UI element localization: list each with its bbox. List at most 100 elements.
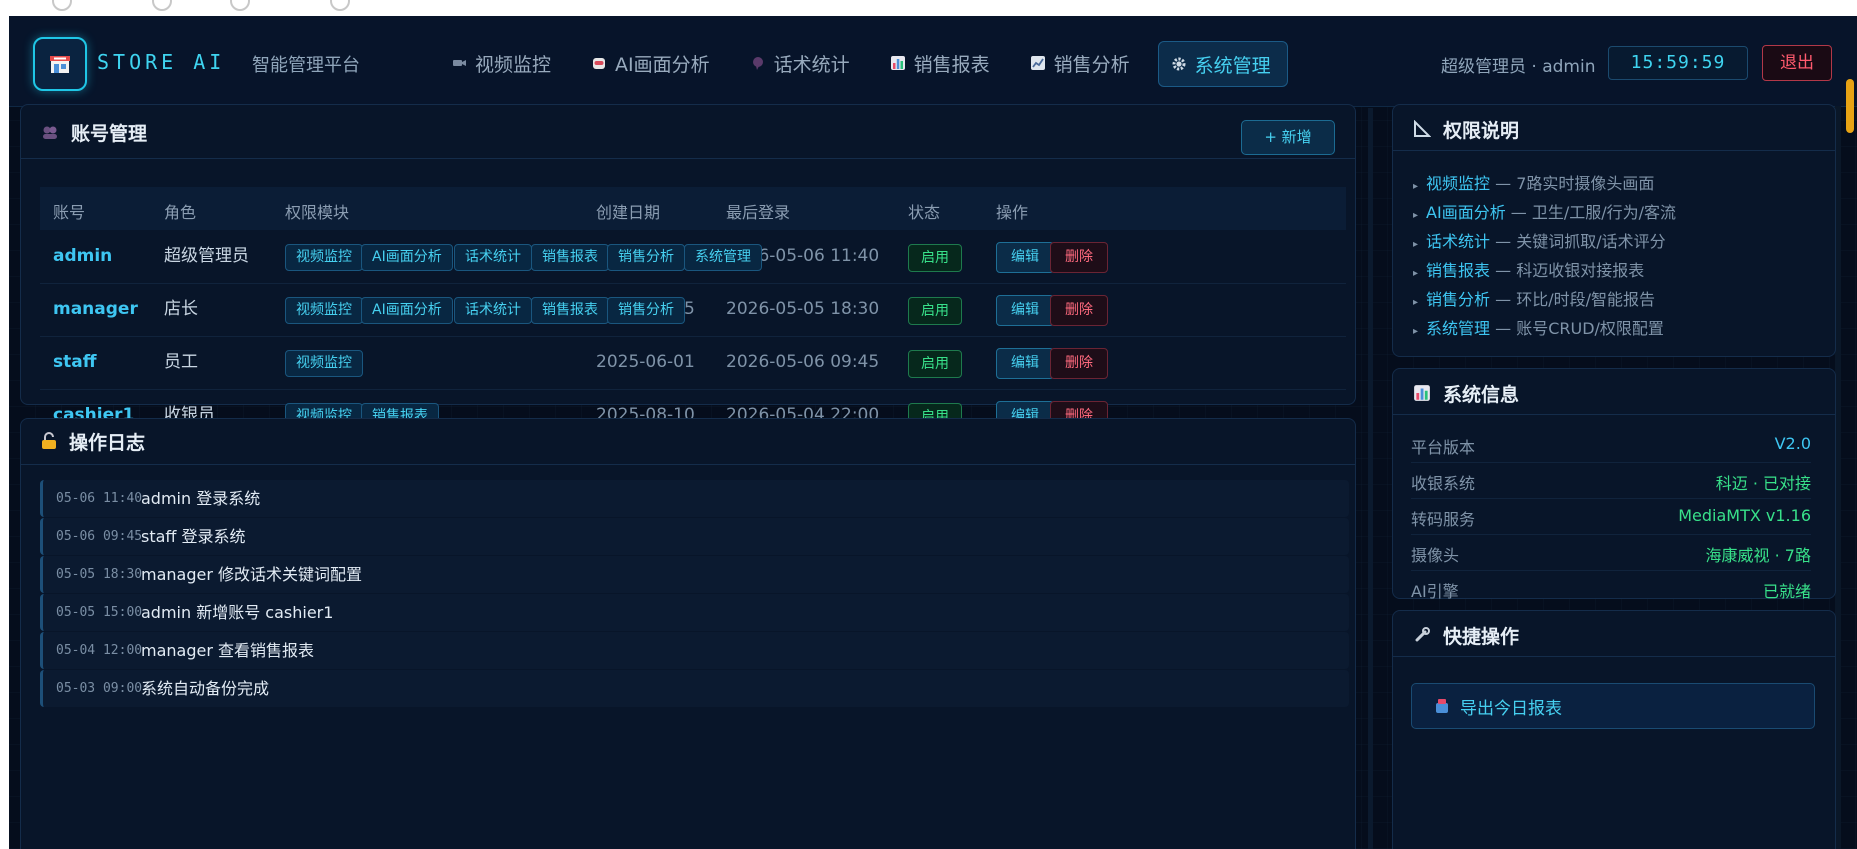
panel-header: 快捷操作 xyxy=(1413,621,1519,649)
tab-circle-icon xyxy=(330,0,350,11)
export-report-button[interactable]: 导出今日报表 xyxy=(1411,683,1815,729)
info-value: 海康威视 · 7路 xyxy=(1705,546,1811,565)
info-key: 摄像头 xyxy=(1411,546,1460,565)
permission-name: 视频监控 xyxy=(1426,174,1491,193)
quick-action-label: 导出今日报表 xyxy=(1460,698,1562,719)
bullet-icon: ▸ xyxy=(1413,326,1419,337)
permission-name: 话术统计 xyxy=(1426,232,1491,251)
permission-desc: — 7路实时摄像头画面 xyxy=(1490,174,1655,193)
log-text: admin 登录系统 xyxy=(141,489,261,508)
top-header: STORE AI 智能管理平台 视频监控 AI画面分析 话术统计 销售报表 销售… xyxy=(9,16,1857,107)
edit-button[interactable]: 编辑 xyxy=(996,348,1054,379)
page-scrollbar-thumb[interactable] xyxy=(1846,79,1854,133)
nav-sales-analysis[interactable]: 销售分析 xyxy=(1018,41,1146,85)
permission-item: ▸ 视频监控 — 7路实时摄像头画面 xyxy=(1413,170,1654,194)
log-time: 05-03 09:00 xyxy=(56,681,143,696)
nav-system-admin[interactable]: 系统管理 xyxy=(1157,41,1288,87)
delete-button[interactable]: 删除 xyxy=(1050,242,1108,273)
last-login: 2026-05-06 09:45 xyxy=(726,352,880,372)
column-header: 权限模块 xyxy=(285,203,350,222)
logout-button[interactable]: 退出 xyxy=(1762,45,1832,81)
nav-video-monitor[interactable]: 视频监控 xyxy=(439,41,567,85)
account-role: 超级管理员 xyxy=(164,246,249,266)
quick-actions-panel: 快捷操作 导出今日报表 xyxy=(1392,610,1836,849)
permission-desc: — 关键词抓取/话术评分 xyxy=(1490,232,1666,251)
status-badge: 启用 xyxy=(908,244,962,272)
module-tag: 视频监控 xyxy=(285,297,363,324)
account-role: 员工 xyxy=(164,352,198,372)
module-tag: AI画面分析 xyxy=(361,297,453,324)
add-account-button[interactable]: + 新增 xyxy=(1241,120,1335,155)
delete-button[interactable]: 删除 xyxy=(1050,348,1108,379)
chat-icon xyxy=(752,57,763,70)
trend-chart-icon xyxy=(1030,56,1045,70)
wrench-icon xyxy=(1415,627,1430,642)
info-value: 已就绪 xyxy=(1762,582,1811,601)
info-row: 转码服务 MediaMTX v1.16 xyxy=(1411,498,1811,535)
divider xyxy=(1393,656,1835,657)
last-login: 2026-05-05 18:30 xyxy=(726,299,880,319)
permission-name: 系统管理 xyxy=(1426,319,1491,338)
current-user: 超级管理员 · admin xyxy=(1441,57,1596,77)
nav-ai-analysis[interactable]: AI画面分析 xyxy=(579,41,726,85)
panel-header: 系统信息 xyxy=(1413,379,1519,407)
brand-title: STORE AI xyxy=(97,50,226,74)
gear-icon xyxy=(1172,57,1186,71)
nav-speech-stats[interactable]: 话术统计 xyxy=(738,41,866,85)
account-name[interactable]: admin xyxy=(53,230,112,283)
lock-icon xyxy=(42,432,56,449)
info-value: V2.0 xyxy=(1774,434,1811,453)
nav-label: AI画面分析 xyxy=(615,53,710,76)
panel-header: 操作日志 xyxy=(41,427,145,455)
column-header: 状态 xyxy=(908,203,941,222)
module-tag: 话术统计 xyxy=(454,244,532,271)
log-entry: 05-05 15:00 admin 新增账号 cashier1 xyxy=(40,594,1349,631)
table-row: manager 店长 视频监控 AI画面分析 话术统计 2025-03-15 销… xyxy=(40,283,1346,337)
edit-button[interactable]: 编辑 xyxy=(996,242,1054,273)
panel-header: 账号管理 xyxy=(41,118,147,146)
column-header: 最后登录 xyxy=(726,203,791,222)
info-row: 收银系统 科迈 · 已对接 xyxy=(1411,462,1811,499)
panel-header: 权限说明 xyxy=(1413,115,1519,143)
edit-button[interactable]: 编辑 xyxy=(996,295,1054,326)
created-date: 2025-06-01 xyxy=(596,352,695,372)
log-entry: 05-04 12:00 manager 查看销售报表 xyxy=(40,632,1349,669)
browser-top-strip xyxy=(0,0,1857,16)
bar-chart-icon xyxy=(1414,385,1430,401)
table-row: admin 超级管理员 视频监控 AI画面分析 话术统计 2025-01-01 … xyxy=(40,230,1346,284)
column-header: 角色 xyxy=(164,203,197,222)
operation-log-panel: 操作日志 05-06 11:40 admin 登录系统 05-06 09:45 … xyxy=(20,418,1356,849)
nav-label: 销售分析 xyxy=(1053,53,1130,76)
divider xyxy=(21,158,1355,159)
module-tag: 销售分析 xyxy=(607,244,685,271)
log-entry: 05-06 11:40 admin 登录系统 xyxy=(40,480,1349,517)
permission-item: ▸ 销售报表 — 科迈收银对接报表 xyxy=(1413,257,1644,281)
info-value: 科迈 · 已对接 xyxy=(1715,474,1811,493)
delete-button[interactable]: 删除 xyxy=(1050,295,1108,326)
permission-name: 销售报表 xyxy=(1426,261,1491,280)
tab-circle-icon xyxy=(52,0,72,11)
log-text: 系统自动备份完成 xyxy=(141,679,270,698)
account-role: 店长 xyxy=(164,299,198,319)
account-name[interactable]: staff xyxy=(53,336,97,389)
log-time: 05-04 12:00 xyxy=(56,643,143,658)
column-header: 账号 xyxy=(53,203,86,222)
main-scroll-track[interactable] xyxy=(1368,108,1373,849)
column-header: 操作 xyxy=(996,203,1029,222)
panel-title: 快捷操作 xyxy=(1443,625,1520,648)
bullet-icon: ▸ xyxy=(1413,239,1419,250)
module-tag: 销售分析 xyxy=(607,297,685,324)
nav-sales-report[interactable]: 销售报表 xyxy=(878,41,1006,85)
status-badge: 启用 xyxy=(908,350,962,378)
module-tag: 视频监控 xyxy=(285,244,363,271)
store-logo xyxy=(33,37,87,91)
permission-item: ▸ 系统管理 — 账号CRUD/权限配置 xyxy=(1413,315,1664,339)
info-row: AI引擎 已就绪 xyxy=(1411,570,1811,606)
users-icon xyxy=(43,126,57,139)
log-entry: 05-03 09:00 系统自动备份完成 xyxy=(40,670,1349,707)
table-header: 账号 角色 权限模块 创建日期 最后登录 状态 操作 xyxy=(40,187,1346,230)
account-management-panel: 账号管理 + 新增 账号 角色 权限模块 创建日期 最后登录 状态 操作 adm… xyxy=(20,104,1356,432)
camera-icon xyxy=(453,60,466,66)
account-name[interactable]: manager xyxy=(53,283,138,336)
bullet-icon: ▸ xyxy=(1413,268,1419,279)
